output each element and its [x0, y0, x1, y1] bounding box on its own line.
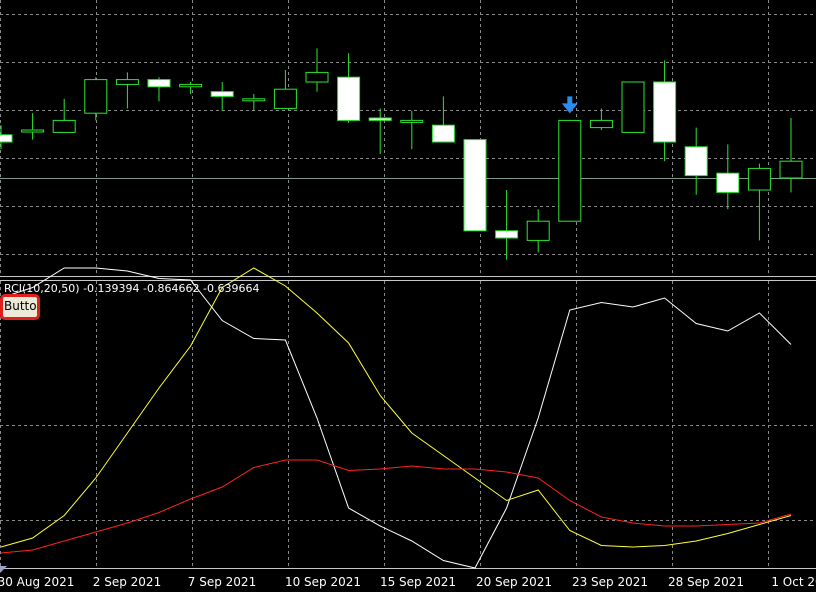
candle-body	[747, 167, 771, 191]
candle-body	[463, 139, 487, 232]
candle-body	[337, 76, 361, 121]
candle-body	[716, 172, 740, 193]
x-tick-label: 28 Sep 2021	[668, 575, 744, 589]
x-tick-label: 7 Sep 2021	[188, 575, 256, 589]
corner-marker-icon	[0, 566, 7, 573]
indicator-label: RCI(10,20,50) -0.139394 -0.864662 -0.639…	[4, 282, 260, 295]
candle-body	[368, 117, 392, 121]
candle-body	[526, 220, 550, 241]
candle-body	[0, 134, 13, 143]
candle-body	[21, 129, 45, 133]
candle-body	[400, 119, 424, 123]
candle-body	[431, 124, 455, 143]
candle-body	[179, 83, 203, 88]
candle-body	[558, 119, 582, 222]
chart-button[interactable]: Button	[0, 294, 40, 320]
x-tick-label: 15 Sep 2021	[380, 575, 456, 589]
x-tick-label: 1 Oct 20	[771, 575, 816, 589]
candle-body	[779, 160, 803, 179]
candle-body	[242, 98, 266, 102]
candle-body	[589, 119, 613, 129]
time-axis: 30 Aug 2021 2 Sep 2021 7 Sep 2021 10 Sep 20…	[0, 575, 816, 589]
x-tick-label: 10 Sep 2021	[285, 575, 361, 589]
candle-body	[210, 91, 234, 97]
x-tick-label: 23 Sep 2021	[572, 575, 648, 589]
candle-body	[621, 81, 645, 133]
x-tick-label: 30 Aug 2021	[0, 575, 74, 589]
candle-body	[495, 230, 519, 239]
candle-body	[684, 146, 708, 177]
candle-body	[305, 71, 329, 83]
candle-body	[52, 119, 76, 133]
candle-body	[273, 88, 297, 109]
candle	[463, 139, 487, 232]
candle	[558, 119, 582, 222]
candle-body	[115, 79, 139, 85]
candle	[621, 81, 645, 133]
candle-body	[84, 79, 108, 114]
candle-body	[653, 81, 677, 143]
x-tick-label: 20 Sep 2021	[476, 575, 552, 589]
x-tick-label: 2 Sep 2021	[93, 575, 161, 589]
candle-body	[147, 79, 171, 88]
chart-canvas: 30 Aug 2021 2 Sep 2021 7 Sep 2021 10 Sep 20…	[0, 0, 816, 592]
